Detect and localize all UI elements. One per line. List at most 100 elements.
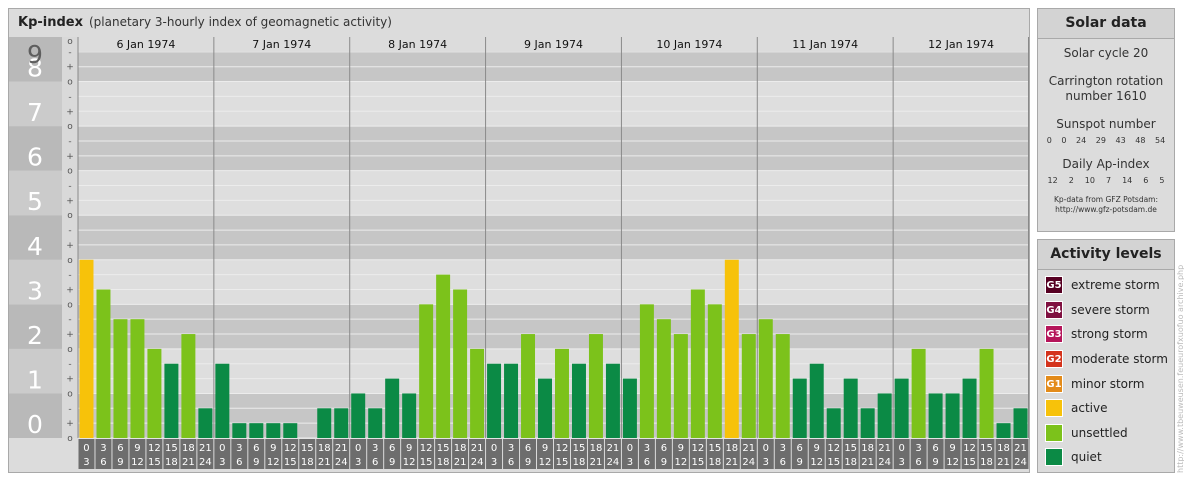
kp-bar [962, 378, 977, 438]
hour-end-label: 3 [83, 457, 89, 468]
kp-bar [792, 378, 807, 438]
hour-end-label: 3 [491, 457, 497, 468]
y-minor-label: o [67, 300, 73, 310]
hour-end-label: 18 [980, 457, 993, 468]
hour-end-label: 6 [100, 457, 106, 468]
hour-start-label: 9 [678, 443, 684, 454]
legend-label: moderate storm [1071, 352, 1168, 367]
hour-end-label: 21 [454, 457, 467, 468]
hour-start-label: 12 [420, 443, 433, 454]
hour-start-label: 21 [878, 443, 891, 454]
hour-end-label: 6 [780, 457, 786, 468]
legend-item-quiet: quiet [1038, 445, 1174, 470]
kp-bar [588, 334, 603, 438]
kp-bar [707, 304, 722, 438]
kp-bar [79, 259, 94, 438]
sunspot-value: 29 [1095, 136, 1106, 145]
kp-bar [656, 319, 671, 438]
kp-bar [996, 423, 1011, 438]
kp-bar [334, 408, 349, 438]
activity-levels-legend: G5 extreme storm G4 severe storm G3 strong st… [1038, 270, 1174, 470]
y-minor-label: o [67, 78, 73, 88]
legend-swatch: G1 [1045, 374, 1063, 393]
carrington-label: Carrington rotation [1048, 74, 1164, 88]
kp-bar [266, 423, 281, 438]
legend-item-moderate-storm: G2 moderate storm [1038, 347, 1174, 372]
kp-bar [826, 408, 841, 438]
y-minor-label: - [68, 360, 71, 370]
hour-end-label: 3 [763, 457, 769, 468]
kp-bar [979, 348, 994, 438]
hour-end-label: 21 [997, 457, 1010, 468]
y-minor-label: - [68, 404, 71, 414]
kp-bar [538, 378, 552, 438]
kp-bar [571, 363, 586, 438]
hour-start-label: 15 [165, 443, 178, 454]
hour-start-label: 21 [742, 443, 755, 454]
hour-start-label: 3 [780, 443, 786, 454]
y-minor-label: - [68, 315, 71, 325]
kp-bar [860, 408, 875, 438]
hour-start-label: 21 [471, 443, 484, 454]
hour-start-label: 9 [949, 443, 955, 454]
hour-start-label: 21 [607, 443, 620, 454]
y-minor-label: o [67, 122, 73, 132]
hour-end-label: 18 [844, 457, 857, 468]
hour-start-label: 3 [508, 443, 514, 454]
y-band [78, 81, 1029, 127]
hour-start-label: 3 [644, 443, 650, 454]
hour-end-label: 9 [932, 457, 938, 468]
hour-end-label: 21 [861, 457, 874, 468]
sunspot-value: 24 [1076, 136, 1087, 145]
hour-start-label: 0 [219, 443, 225, 454]
ap-value: 12 [1047, 176, 1058, 185]
hour-end-label: 3 [355, 457, 361, 468]
kp-bar [690, 289, 705, 438]
hour-start-label: 6 [253, 443, 259, 454]
y-minor-label: + [66, 285, 74, 295]
sunspot-value: 43 [1115, 136, 1126, 145]
kp-bar [639, 304, 654, 438]
y-minor-label: o [67, 345, 73, 355]
y-tick-label: 3 [27, 276, 43, 305]
legend-swatch: G3 [1045, 325, 1063, 344]
hour-end-label: 24 [742, 457, 755, 468]
y-tick-label: 2 [27, 321, 43, 350]
kp-bar [130, 319, 145, 438]
hour-start-label: 3 [100, 443, 106, 454]
y-band [78, 126, 1029, 171]
solar-data-title: Solar data [1038, 9, 1174, 39]
data-source-note: Kp-data from GFZ Potsdam: http://www.gfz… [1038, 195, 1174, 215]
legend-label: quiet [1071, 450, 1102, 465]
hour-start-label: 12 [691, 443, 704, 454]
hour-start-label: 6 [525, 443, 531, 454]
hour-end-label: 6 [508, 457, 514, 468]
y-minor-label: - [68, 271, 71, 281]
hour-end-label: 6 [644, 457, 650, 468]
y-tick-label: 1 [27, 365, 43, 394]
hour-start-label: 6 [797, 443, 803, 454]
hour-end-label: 12 [946, 457, 959, 468]
sunspot-values: 0 0 24 29 43 48 54 [1038, 136, 1174, 145]
kp-bar [283, 423, 298, 438]
kp-bar [843, 378, 858, 438]
kp-chart: 0123456789o+-o+-o+-o+-o+-o+-o+-o+-o+-o 6 … [9, 37, 1029, 469]
kp-bar [402, 393, 417, 438]
hour-end-label: 12 [539, 457, 552, 468]
hour-start-label: 15 [301, 443, 314, 454]
kp-bar [928, 393, 943, 438]
hour-end-label: 24 [335, 457, 348, 468]
hour-start-label: 12 [827, 443, 840, 454]
hour-end-label: 9 [389, 457, 395, 468]
data-source-line: Kp-data from GFZ Potsdam: [1053, 195, 1159, 204]
kp-bar [945, 393, 960, 438]
legend-label: extreme storm [1071, 278, 1160, 293]
hour-start-label: 15 [437, 443, 450, 454]
hour-start-label: 0 [355, 443, 361, 454]
day-label: 12 Jan 1974 [928, 38, 994, 51]
hour-start-label: 9 [542, 443, 548, 454]
data-source-url: http://www.gfz-potsdam.de [1055, 205, 1157, 214]
kp-bar [198, 408, 213, 438]
y-minor-label: o [67, 37, 73, 47]
sunspot-value: 54 [1154, 136, 1166, 145]
